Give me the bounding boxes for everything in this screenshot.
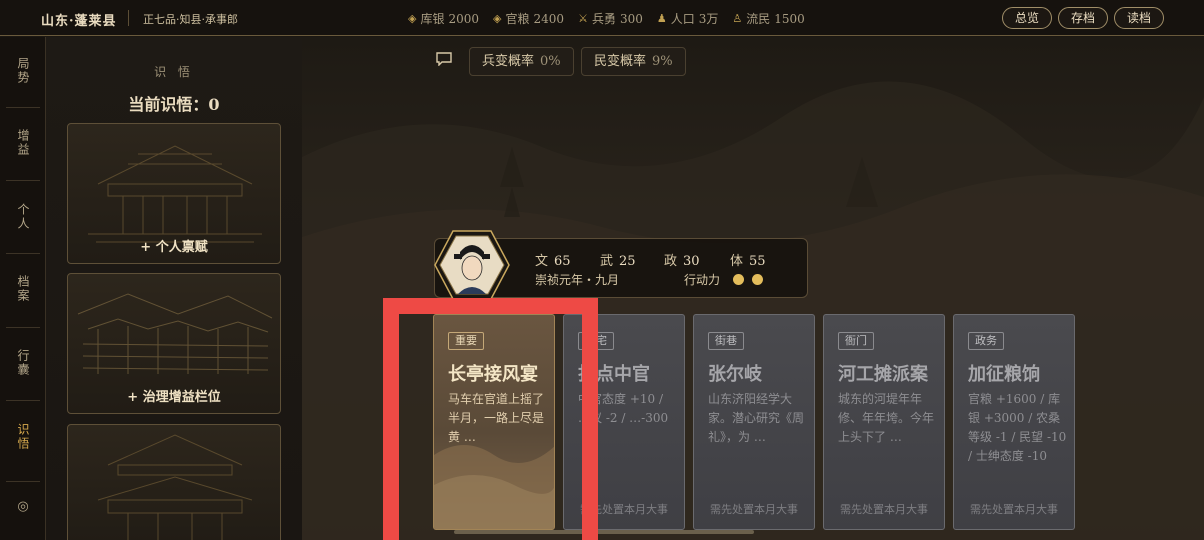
pill-value: 0% [540,54,561,69]
resource-value: 300 [619,11,643,26]
event-description: 官粮 +1600 / 库银 +3000 / 农桑等级 -1 / 民望 -10 /… [968,392,1067,463]
event-card[interactable]: 衙门 河工摊派案 城东的河堤年年修、年年垮。今年上头下了 … 需先处置本月大事 [823,314,945,530]
nav-divider [6,253,40,254]
pill-value: 9% [652,54,673,69]
insight-panel: 识 悟 当前识悟：0 + 个人禀赋 + 治理增益栏位 [46,37,302,540]
event-title: 张尔岐 [708,364,762,385]
save-button[interactable]: 存档 [1057,7,1108,29]
talent-card[interactable]: + 个人禀赋 [67,123,281,264]
load-button[interactable]: 读档 [1113,7,1164,29]
stat-label: 政 [664,254,678,269]
stat-label: 体 [730,254,744,269]
resource-bar: ◈ 库银 2000 ◈ 官粮 2400 ⚔ 兵勇 300 ♟ 人口 3万 ♙ 流… [408,10,805,27]
stat-physique: 体 55 [730,250,766,269]
action-point-dot [733,274,744,285]
resource-label: 兵勇 [591,12,616,26]
resource-label: 官粮 [505,12,530,26]
resource-silver: ◈ 库银 2000 [408,10,479,27]
revolt-probability: 民变概率 9% [581,47,686,76]
event-tag: 街巷 [708,332,744,350]
nav-label: 增益 [16,129,30,157]
location-title: 山东·蓬莱县 [41,14,117,29]
event-tag: 政务 [968,332,1004,350]
governance-slot-card[interactable]: + 治理增益栏位 [67,273,281,414]
top-bar: 山东·蓬莱县 正七品·知县·承事郎 ◈ 库银 2000 ◈ 官粮 2400 ⚔ … [0,0,1204,36]
resource-label: 流民 [746,12,771,26]
resource-value: 3万 [698,12,719,26]
nav-divider [6,180,40,181]
resource-label: 库银 [420,12,445,26]
event-card[interactable]: 政务 加征粮饷 官粮 +1600 / 库银 +3000 / 农桑等级 -1 / … [953,314,1075,530]
mutiny-probability: 兵变概率 0% [469,47,574,76]
nav-divider [6,400,40,401]
game-date: 崇祯元年・九月 [535,273,620,287]
nav-label: 行囊 [16,349,30,377]
target-icon[interactable]: ◎ [0,499,46,515]
nav-divider [6,107,40,108]
nav-item-insight[interactable]: 识悟 [0,423,46,455]
official-rank: 正七品·知县·承事郎 [143,13,238,26]
nav-divider [6,327,40,328]
resource-value: 2400 [533,11,565,26]
resource-label: 人口 [670,12,695,26]
nav-item-personal[interactable]: 个人 [0,203,46,235]
nav-label: 档案 [16,275,30,303]
nav-item-buffs[interactable]: 增益 [0,129,46,161]
stat-value: 25 [619,254,636,269]
insight-count: 当前识悟：0 [128,95,220,114]
resource-grain: ◈ 官粮 2400 [493,10,564,27]
event-description: 山东济阳经学大家。潜心研究《周礼》，为 … [708,392,805,444]
nav-item-inventory[interactable]: 行囊 [0,349,46,381]
nav-label: 识悟 [16,423,30,451]
nav-label: 局势 [16,57,30,85]
event-tag: 衙门 [838,332,874,350]
nav-item-archive[interactable]: 档案 [0,275,46,307]
pill-label: 兵变概率 [482,54,535,69]
avatar[interactable] [434,230,510,300]
grain-icon: ◈ [493,12,502,25]
refugee-icon: ♙ [732,12,743,25]
action-point-dot [752,274,763,285]
stat-literary: 文 65 [535,250,571,269]
stat-label: 文 [535,254,549,269]
soldier-icon: ⚔ [578,12,588,25]
chat-icon[interactable] [436,52,452,66]
nav-divider [6,481,40,482]
event-title: 加征粮饷 [968,364,1040,385]
event-title: 河工摊派案 [838,364,928,385]
stat-label: 武 [600,254,614,269]
event-card[interactable]: 街巷 张尔岐 山东济阳经学大家。潜心研究《周礼》，为 … 需先处置本月大事 [693,314,815,530]
resource-value: 1500 [774,11,805,26]
population-icon: ♟ [656,12,667,25]
event-footer: 需先处置本月大事 [710,503,798,516]
stat-martial: 武 25 [600,250,636,269]
card-label: + 个人禀赋 [140,240,208,255]
divider [128,10,129,26]
overview-button[interactable]: 总览 [1001,7,1052,29]
nav-item-situation[interactable]: 局势 [0,57,46,89]
resource-population: ♟ 人口 3万 [657,10,719,27]
stat-value: 30 [683,254,700,269]
event-description: 城东的河堤年年修、年年垮。今年上头下了 … [838,392,935,444]
selection-highlight-box [383,298,598,540]
card-label: + 治理增益栏位 [127,390,221,405]
temple-illustration [97,434,253,540]
top-buttons: 总览 存档 读档 [1001,7,1164,29]
stat-value: 55 [749,254,766,269]
event-footer: 需先处置本月大事 [970,503,1058,516]
pill-label: 民变概率 [594,54,647,69]
resource-value: 2000 [448,11,480,26]
locked-card[interactable] [67,424,281,540]
resource-refugees: ♙ 流民 1500 [732,10,804,27]
stat-politics: 政 30 [664,250,700,269]
stat-value: 65 [554,254,571,269]
side-nav: 局势 增益 个人 档案 行囊 识悟 ◎ [0,37,46,540]
resource-soldiers: ⚔ 兵勇 300 [578,10,643,27]
action-points-label: 行动力 [684,273,721,287]
silver-icon: ◈ [408,12,417,25]
panel-title: 识 悟 [154,65,194,79]
event-footer: 需先处置本月大事 [840,503,928,516]
nav-label: 个人 [16,203,30,231]
